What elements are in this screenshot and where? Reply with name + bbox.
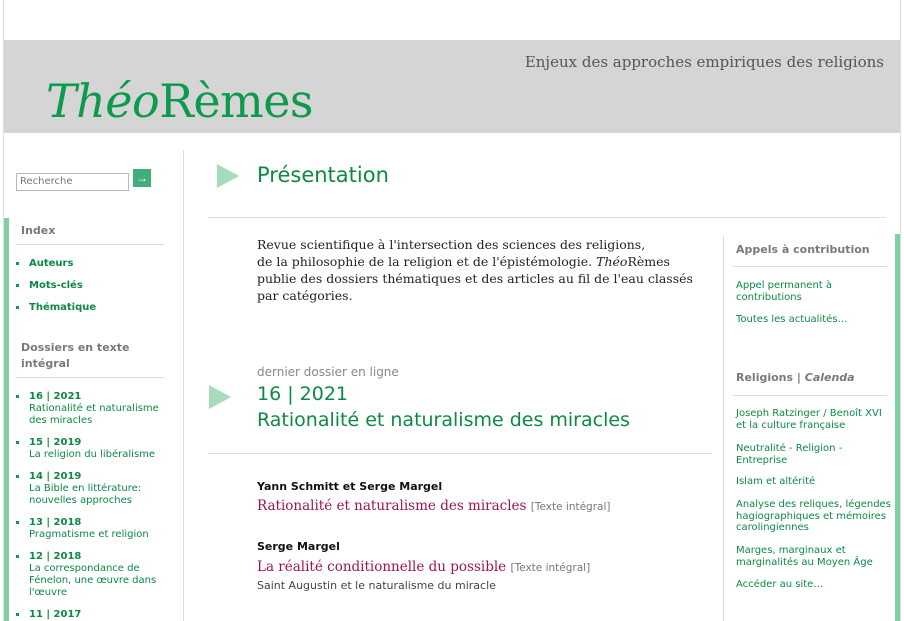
bullet-icon [16,555,19,558]
calenda-link[interactable]: Joseph Ratzinger / Benoît XVI et la cult… [736,408,892,431]
dossier-number: 11 | 2017 [29,609,82,620]
article-title-text[interactable]: La réalité conditionnelle du possible [257,559,506,575]
bullet-icon [16,475,19,478]
appels-heading: Appels à contribution [736,243,870,256]
dossiers-heading-line1: Dossiers en texte [21,341,130,354]
index-item-label: Thématique [29,302,97,313]
calenda-link[interactable]: Accéder au site… [736,579,892,591]
latest-issue-kicker: dernier dossier en ligne [257,365,399,379]
title-divider [208,217,886,218]
index-item-label: Mots-clés [29,280,83,291]
bullet-icon [16,521,19,524]
religions-heading-text: Religions | [736,371,801,384]
appels-divider [733,266,887,267]
index-divider [16,244,164,245]
page-title: Présentation [257,163,389,187]
article-author: Yann Schmitt et Serge Margel [257,480,443,493]
full-text-link[interactable]: [Texte intégral] [531,501,611,513]
religions-divider [733,395,887,396]
dossier-item[interactable]: 13 | 2018 Pragmatisme et religion [16,517,166,541]
full-text-link[interactable]: [Texte intégral] [510,562,590,574]
dossier-title-line: Pragmatisme et religion [29,529,149,540]
logo-italic: Théo [46,74,160,128]
intro-line-rest: Rèmes [627,254,670,269]
index-item-mots-cles[interactable]: Mots-clés [16,280,166,292]
dossier-title-line: La religion du libéralisme [29,449,156,460]
dossier-item[interactable]: 16 | 2021 Rationalité et naturalisme des m… [16,391,166,427]
index-item-label: Auteurs [29,258,74,269]
right-column-divider [723,236,724,621]
play-triangle-icon [217,164,239,188]
dossier-number: 15 | 2019 [29,437,82,448]
dossier-number: 16 | 2021 [29,391,82,402]
religions-heading-italic: Calenda [804,371,855,384]
dossier-title-line: La correspondance de [29,563,140,574]
search-button[interactable]: → [133,169,151,187]
left-accent-bar [4,218,9,621]
dossier-number: 13 | 2018 [29,517,82,528]
dossier-title-line: Fénelon, une œuvre dans [29,575,157,586]
header-banner: Enjeux des approches empiriques des reli… [4,40,900,133]
intro-line: de la philosophie de la religion et de l… [257,254,593,269]
bullet-icon [16,262,19,265]
bullet-icon [16,395,19,398]
calenda-link[interactable]: Islam et altérité [736,476,892,488]
calenda-link[interactable]: Neutralité - Religion - Entreprise [736,443,892,466]
dossiers-heading-line2: intégral [21,357,70,370]
article-title-text[interactable]: Rationalité et naturalisme des miracles [257,498,526,514]
search-form: → [16,169,151,191]
dossier-title-line: l'œuvre [29,587,68,598]
dossier-item[interactable]: 14 | 2019 La Bible en littérature: nouvell… [16,471,166,507]
dossier-title-line: des miracles [29,415,93,426]
intro-line: par catégories. [257,288,353,303]
index-heading: Index [21,224,56,237]
dossier-number: 14 | 2019 [29,471,82,482]
search-input[interactable] [16,172,129,191]
dossier-title-line: nouvelles approches [29,495,132,506]
article-title[interactable]: Rationalité et naturalisme des miracles … [257,498,610,514]
site-logo[interactable]: ThéoRèmes [46,74,314,128]
dossiers-heading: Dossiers en texte intégral [21,340,129,372]
dossier-title-line: La Bible en littérature: [29,483,142,494]
intro-line: publie des dossiers thématiques et des a… [257,271,693,286]
article-title[interactable]: La réalité conditionnelle du possible [T… [257,559,590,575]
religions-heading: Religions | Calenda [736,371,855,384]
intro-paragraph: Revue scientifique à l'intersection des … [257,236,697,304]
bullet-icon [16,441,19,444]
left-column-divider [183,150,184,621]
appel-link[interactable]: Appel permanent à contributions [736,280,892,303]
dossiers-divider [16,377,164,378]
dossier-number: 12 | 2018 [29,551,82,562]
calenda-link[interactable]: Marges, marginaux et marginalités au Moy… [736,545,892,568]
index-item-auteurs[interactable]: Auteurs [16,258,166,270]
right-accent-bar [895,234,900,621]
bullet-icon [16,284,19,287]
dossier-item[interactable]: 12 | 2018 La correspondance de Fénelon, un… [16,551,166,599]
dossier-item[interactable]: 11 | 2017 [16,609,166,621]
logo-rest: Rèmes [159,74,314,128]
site-tagline: Enjeux des approches empiriques des reli… [524,53,884,71]
bullet-icon [16,613,19,616]
issue-divider [208,453,712,454]
intro-line: Revue scientifique à l'intersection des … [257,237,646,252]
latest-issue-title[interactable]: Rationalité et naturalisme des miracles [257,409,630,431]
intro-italic: Théo [596,254,628,269]
arrow-right-icon: → [136,170,148,185]
calenda-link[interactable]: Analyse des reliques, légendes hagiograp… [736,499,892,534]
article-author: Serge Margel [257,540,340,553]
article-subtitle: Saint Augustin et le naturalisme du mira… [257,579,496,592]
dossier-item[interactable]: 15 | 2019 La religion du libéralisme [16,437,166,461]
bullet-icon [16,306,19,309]
play-triangle-icon [209,385,231,409]
dossier-title-line: Rationalité et naturalisme [29,403,159,414]
index-item-thematique[interactable]: Thématique [16,302,166,314]
latest-issue-number[interactable]: 16 | 2021 [257,383,348,405]
appel-link[interactable]: Toutes les actualités… [736,314,892,326]
